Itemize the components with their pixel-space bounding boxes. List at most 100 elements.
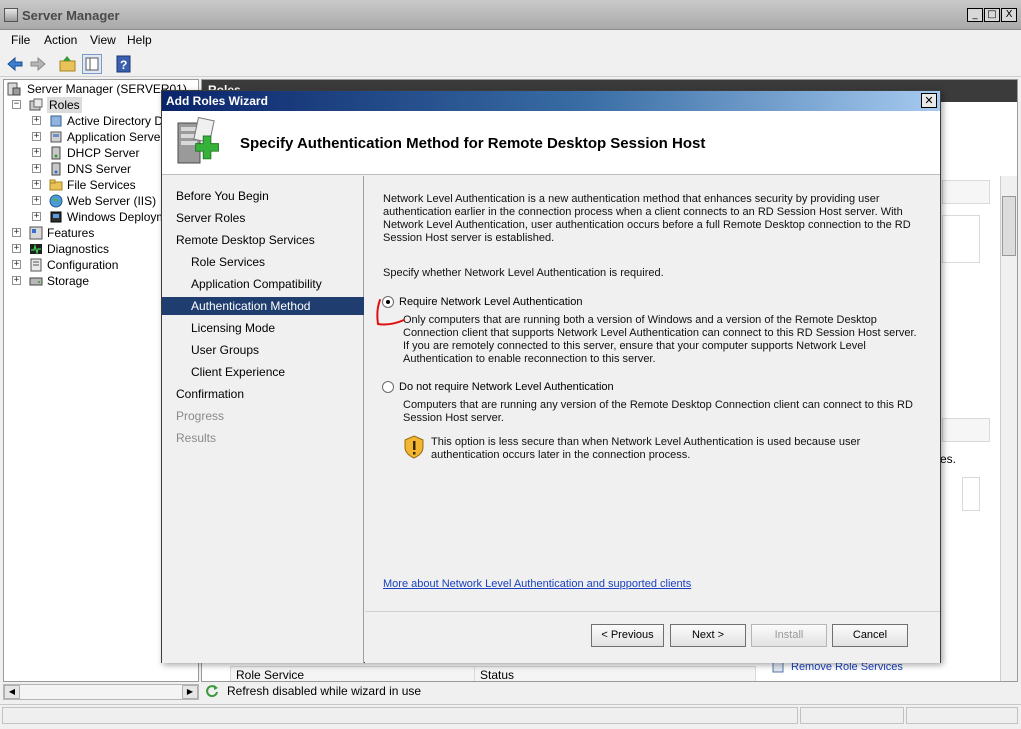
collapse-icon[interactable]: − xyxy=(12,100,21,109)
dhcp-server-icon xyxy=(49,146,63,160)
wizard-content: Network Level Authentication is a new au… xyxy=(365,176,940,610)
forward-arrow-icon[interactable] xyxy=(28,54,48,74)
file-services-icon xyxy=(49,178,63,192)
expand-icon[interactable]: + xyxy=(32,196,41,205)
partial-text: es. xyxy=(940,452,957,466)
intro-paragraph: Network Level Authentication is a new au… xyxy=(383,193,911,245)
tree-label: DNS Server xyxy=(67,162,132,176)
warning-line: This option is less secure than when Net… xyxy=(431,436,861,448)
wizard-step-user-groups[interactable]: User Groups xyxy=(162,341,364,359)
column-header-status[interactable]: Status xyxy=(480,668,514,681)
scroll-left-icon[interactable]: ◀ xyxy=(4,685,20,699)
warning-line: authentication occurs later in the conne… xyxy=(431,449,691,461)
expand-icon[interactable]: + xyxy=(32,212,41,221)
details-vertical-scrollbar[interactable] xyxy=(1000,176,1017,681)
close-button[interactable]: X xyxy=(1001,8,1017,22)
menu-action[interactable]: Action xyxy=(44,33,77,47)
intro-line: Session Host server is established. xyxy=(383,232,555,244)
add-roles-wizard-dialog: Add Roles Wizard ✕ Specify Authenticatio… xyxy=(161,90,941,663)
status-cell xyxy=(2,707,798,724)
previous-button[interactable]: < Previous xyxy=(591,624,664,647)
description-line: Only computers that are running both a v… xyxy=(403,314,877,326)
windows-deployment-icon xyxy=(49,210,63,224)
description-line: Computers that are running any version o… xyxy=(403,399,913,411)
background-panel xyxy=(942,418,990,442)
tree-label: Active Directory Dor xyxy=(67,114,174,128)
background-panel xyxy=(962,477,980,511)
features-icon xyxy=(29,226,43,240)
description-line: Authentication to enable reconnection to… xyxy=(403,353,656,365)
description-line: Session Host server. xyxy=(403,412,504,424)
up-folder-icon[interactable] xyxy=(58,54,78,74)
wizard-step-authentication-method[interactable]: Authentication Method xyxy=(162,297,364,315)
tree-label: DHCP Server xyxy=(67,146,140,160)
intro-line: Network Level Authentication, user authe… xyxy=(383,219,911,231)
do-not-require-nla-description: Computers that are running any version o… xyxy=(403,399,913,425)
window-title: Server Manager xyxy=(22,8,120,23)
globe-icon xyxy=(49,194,63,208)
background-panel xyxy=(942,180,990,204)
wizard-step-application-compatibility[interactable]: Application Compatibility xyxy=(162,275,364,293)
more-about-nla-link[interactable]: More about Network Level Authentication … xyxy=(383,578,691,590)
wizard-step-server-roles[interactable]: Server Roles xyxy=(162,209,364,227)
wizard-steps-nav: Before You Begin Server Roles Remote Des… xyxy=(162,176,364,663)
wizard-step-before-you-begin[interactable]: Before You Begin xyxy=(162,187,364,205)
wizard-step-licensing-mode[interactable]: Licensing Mode xyxy=(162,319,364,337)
back-arrow-icon[interactable] xyxy=(5,54,25,74)
expand-icon[interactable]: + xyxy=(12,276,21,285)
expand-icon[interactable]: + xyxy=(32,116,41,125)
tree-label: Roles xyxy=(47,97,82,113)
show-hide-tree-icon[interactable] xyxy=(82,54,102,74)
table-header: Status xyxy=(474,666,756,681)
expand-icon[interactable]: + xyxy=(32,148,41,157)
bottom-status-bar xyxy=(0,704,1021,726)
tree-horizontal-scrollbar[interactable]: ◀ ▶ xyxy=(3,684,199,700)
scroll-thumb[interactable] xyxy=(1002,196,1016,256)
storage-icon xyxy=(29,274,43,288)
warning-text: This option is less secure than when Net… xyxy=(431,436,860,462)
require-nla-description: Only computers that are running both a v… xyxy=(403,314,917,366)
wizard-close-button[interactable]: ✕ xyxy=(921,93,937,108)
menu-view[interactable]: View xyxy=(90,33,116,47)
table-header: Role Service xyxy=(230,666,476,681)
maximize-button[interactable]: □ xyxy=(984,8,1000,22)
wizard-header: Specify Authentication Method for Remote… xyxy=(162,111,940,175)
tree-label: Diagnostics xyxy=(47,242,110,256)
do-not-require-nla-radio[interactable] xyxy=(382,381,394,393)
wizard-step-client-experience[interactable]: Client Experience xyxy=(162,363,364,381)
scroll-right-icon[interactable]: ▶ xyxy=(182,685,198,699)
menu-file[interactable]: File xyxy=(11,33,30,47)
intro-line: Network Level Authentication is a new au… xyxy=(383,193,880,205)
description-line: Connection client that supports Network … xyxy=(403,327,917,339)
expand-icon[interactable]: + xyxy=(32,164,41,173)
intro-line: authentication earlier in the connection… xyxy=(383,206,903,218)
application-server-icon xyxy=(49,130,63,144)
expand-icon[interactable]: + xyxy=(32,180,41,189)
status-bar: Refresh disabled while wizard in use xyxy=(201,682,1018,701)
require-nla-radio[interactable] xyxy=(382,296,394,308)
help-icon[interactable]: ? xyxy=(114,54,134,74)
wizard-step-confirmation[interactable]: Confirmation xyxy=(162,385,364,403)
expand-icon[interactable]: + xyxy=(12,228,21,237)
do-not-require-nla-label[interactable]: Do not require Network Level Authenticat… xyxy=(399,381,614,393)
install-button: Install xyxy=(751,624,827,647)
menu-help[interactable]: Help xyxy=(127,33,152,47)
warning-shield-icon xyxy=(403,435,425,459)
active-directory-icon xyxy=(49,114,63,128)
server-manager-titlebar: Server Manager _ □ X xyxy=(0,0,1021,30)
status-cell xyxy=(800,707,904,724)
require-nla-label[interactable]: Require Network Level Authentication xyxy=(399,296,582,308)
wizard-step-results: Results xyxy=(176,431,217,445)
expand-icon[interactable]: + xyxy=(12,244,21,253)
expand-icon[interactable]: + xyxy=(12,260,21,269)
next-button[interactable]: Next > xyxy=(670,624,746,647)
status-text: Refresh disabled while wizard in use xyxy=(227,684,422,698)
expand-icon[interactable]: + xyxy=(32,132,41,141)
wizard-step-role-services[interactable]: Role Services xyxy=(162,253,364,271)
column-header-role-service[interactable]: Role Service xyxy=(236,668,304,681)
cancel-button[interactable]: Cancel xyxy=(832,624,908,647)
wizard-step-remote-desktop-services[interactable]: Remote Desktop Services xyxy=(162,231,364,249)
roles-icon xyxy=(29,98,43,112)
server-manager-icon xyxy=(7,82,21,96)
minimize-button[interactable]: _ xyxy=(967,8,983,22)
